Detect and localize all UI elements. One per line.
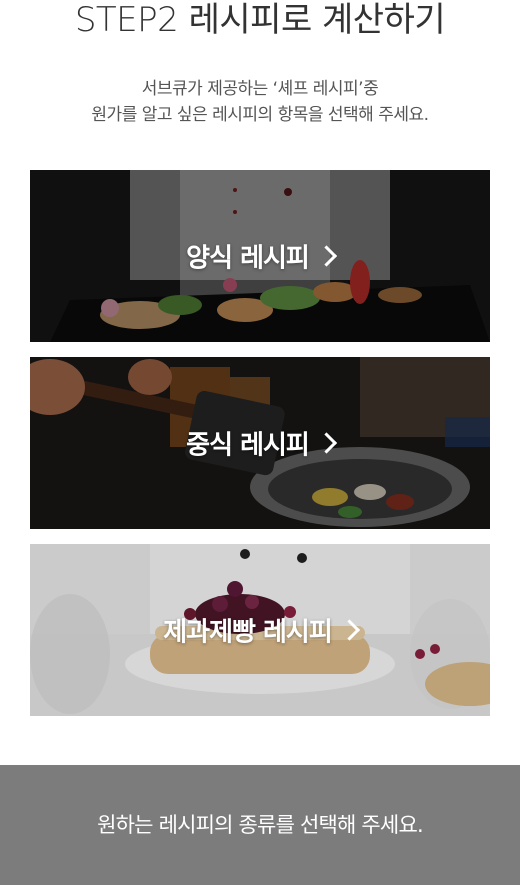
chevron-right-icon — [315, 245, 337, 267]
chinese-recipe-card[interactable]: 중식 레시피 — [30, 357, 490, 529]
western-recipe-text: 양식 레시피 — [186, 243, 310, 274]
chevron-right-icon — [315, 432, 337, 454]
chevron-right-icon — [338, 619, 360, 641]
bottom-instruction-text: 원하는 레시피의 종류를 선택해 주세요. — [97, 813, 424, 837]
page-description: 서브큐가 제공하는 ‘셰프 레시피’중 원가를 알고 싶은 레시피의 항목을 선… — [0, 76, 520, 128]
western-recipe-card[interactable]: 양식 레시피 — [30, 170, 490, 342]
recipe-card-list: 양식 레시피 중식 레시피 제과제빵 레시피 — [30, 170, 490, 731]
bottom-instruction-bar: 원하는 레시피의 종류를 선택해 주세요. — [0, 765, 520, 885]
page-title: STEP2 레시피로 계산하기 — [74, 0, 446, 40]
bakery-recipe-text: 제과제빵 레시피 — [163, 617, 332, 648]
western-recipe-label: 양식 레시피 — [30, 238, 490, 275]
chinese-recipe-text: 중식 레시피 — [186, 430, 310, 461]
bakery-recipe-label: 제과제빵 레시피 — [30, 612, 490, 649]
description-line-2: 원가를 알고 싶은 레시피의 항목을 선택해 주세요. — [91, 105, 429, 125]
bakery-recipe-card[interactable]: 제과제빵 레시피 — [30, 544, 490, 716]
description-line-1: 서브큐가 제공하는 ‘셰프 레시피’중 — [141, 79, 379, 99]
chinese-recipe-label: 중식 레시피 — [30, 425, 490, 462]
